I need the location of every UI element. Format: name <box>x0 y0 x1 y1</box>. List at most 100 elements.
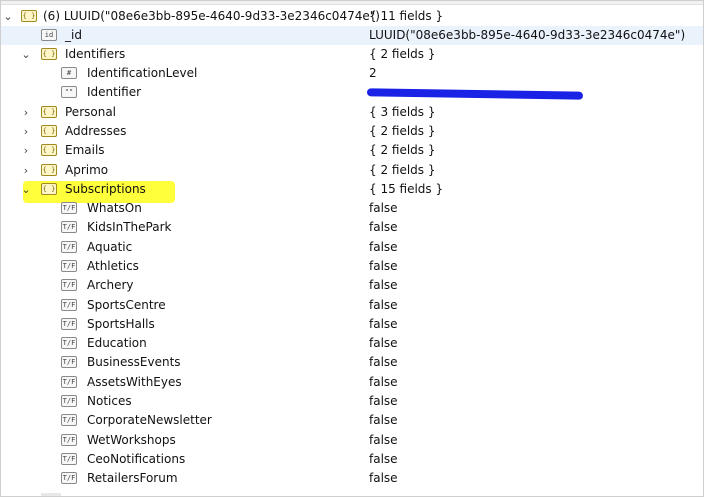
tree-row-subscription-item[interactable]: T/F WhatsOn false <box>1 199 703 218</box>
boolean-icon: T/F <box>61 395 77 407</box>
document-icon: { } <box>41 144 57 156</box>
objectid-icon: id <box>41 29 57 41</box>
tree-row-aprimo[interactable]: › { } Aprimo { 2 fields } <box>1 161 703 180</box>
field-value: { 15 fields } <box>369 182 444 196</box>
field-name: Identifiers <box>65 47 126 61</box>
document-icon: { } <box>21 10 37 22</box>
field-name: Aprimo <box>65 163 109 177</box>
chevron-down-icon[interactable]: ⌄ <box>19 181 33 198</box>
boolean-icon: T/F <box>61 433 77 446</box>
chevron-down-icon[interactable]: ⌄ <box>1 8 15 25</box>
tree-row-subscription-item[interactable]: T/F SportsHalls false <box>1 315 703 334</box>
tree-row-subscriptions[interactable]: ⌄ { } Subscriptions { 15 fields } <box>1 180 703 199</box>
tree-row-subscription-item[interactable]: T/F AssetsWithEyes false <box>1 373 703 392</box>
tree-row-subscription-item[interactable]: T/F Archery false <box>1 276 703 295</box>
boolean-icon: T/F <box>61 221 77 234</box>
tree-row-subscription-item[interactable]: T/F Aquatic false <box>1 238 703 257</box>
field-name: CorporateNewsletter <box>87 413 212 428</box>
field-name: _id <box>65 28 82 42</box>
field-name: Identifier <box>87 85 142 99</box>
field-value: false <box>369 278 398 293</box>
field-value: false <box>369 297 398 312</box>
chevron-right-icon[interactable]: › <box>19 123 33 140</box>
field-value: false <box>369 432 398 447</box>
tree-row-identifiers[interactable]: ⌄ { } Identifiers { 2 fields } <box>1 45 703 64</box>
tree-row-subscription-item[interactable]: T/F BusinessEvents false <box>1 353 703 372</box>
tree-row-root[interactable]: ⌄ { } (6) LUUID("08e6e3bb-895e-4640-9d33… <box>1 7 703 26</box>
field-value: false <box>369 451 398 466</box>
chevron-down-icon[interactable]: ⌄ <box>19 46 33 63</box>
chevron-right-icon[interactable]: › <box>19 104 33 121</box>
tree-row-identifier[interactable]: "" Identifier <box>1 83 703 102</box>
tree-row-subscription-item[interactable]: T/F WetWorkshops false <box>1 431 703 450</box>
tree-row-emails[interactable]: › { } Emails { 2 fields } <box>1 141 703 160</box>
field-name: WhatsOn <box>87 201 142 215</box>
document-icon: { } <box>41 106 57 118</box>
int32-icon: # <box>61 67 77 79</box>
field-name: RetailersForum <box>87 471 178 486</box>
tree-row-subscription-item[interactable]: T/F RetailersForum false <box>1 469 703 488</box>
tree-row-personal[interactable]: › { } Personal { 3 fields } <box>1 103 703 122</box>
document-icon: { } <box>41 125 57 137</box>
field-name: Subscriptions <box>65 182 146 196</box>
field-name: Archery <box>87 278 134 293</box>
boolean-icon: T/F <box>61 356 77 369</box>
tree-row-subscription-item[interactable]: T/F CeoNotifications false <box>1 450 703 469</box>
chevron-right-icon[interactable]: › <box>19 142 33 159</box>
tree-row-subscription-item[interactable]: T/F CorporateNewsletter false <box>1 411 703 430</box>
boolean-icon: T/F <box>61 337 77 350</box>
field-name: SportsHalls <box>87 316 155 331</box>
field-value: { 3 fields } <box>369 105 436 119</box>
field-name: SportsCentre <box>87 297 166 312</box>
boolean-icon: T/F <box>61 298 77 311</box>
field-value: false <box>369 471 398 486</box>
field-value: 2 <box>369 66 377 80</box>
tree-row-subscription-item[interactable]: T/F Notices false <box>1 392 703 411</box>
field-value: false <box>369 374 398 389</box>
document-icon: { } <box>41 164 57 176</box>
boolean-icon: T/F <box>61 279 77 292</box>
field-value: { 2 fields } <box>369 163 436 177</box>
chevron-right-icon[interactable]: › <box>19 162 33 179</box>
field-name: AssetsWithEyes <box>87 374 182 389</box>
field-value: false <box>369 201 398 215</box>
field-value: { 2 fields } <box>369 143 436 157</box>
field-name: Emails <box>65 143 105 157</box>
tree-row-identificationlevel[interactable]: # IdentificationLevel 2 <box>1 64 703 83</box>
boolean-icon: T/F <box>61 452 77 465</box>
tree-row-subscription-item[interactable]: T/F Education false <box>1 334 703 353</box>
tree-row-id[interactable]: id _id LUUID("08e6e3bb-895e-4640-9d33-3e… <box>1 26 703 45</box>
field-value: false <box>369 258 398 273</box>
tree-row-addresses[interactable]: › { } Addresses { 2 fields } <box>1 122 703 141</box>
next-row-edge <box>41 493 61 496</box>
field-name: CeoNotifications <box>87 451 186 466</box>
boolean-icon: T/F <box>61 472 77 485</box>
boolean-icon: T/F <box>61 202 77 214</box>
previous-row-edge <box>1 1 703 5</box>
field-value: { 2 fields } <box>369 124 436 138</box>
tree-row-subscription-item[interactable]: T/F SportsCentre false <box>1 296 703 315</box>
field-value: false <box>369 220 398 235</box>
string-icon: "" <box>61 86 77 98</box>
boolean-icon: T/F <box>61 240 77 253</box>
field-name: (6) LUUID("08e6e3bb-895e-4640-9d33-3e234… <box>43 9 380 23</box>
field-value: false <box>369 413 398 428</box>
field-name: Athletics <box>87 258 139 273</box>
field-value: false <box>369 239 398 254</box>
field-value: false <box>369 394 398 408</box>
field-value: LUUID("08e6e3bb-895e-4640-9d33-3e2346c04… <box>369 28 686 42</box>
tree-row-subscription-item[interactable]: T/F Athletics false <box>1 257 703 276</box>
field-name: Addresses <box>65 124 127 138</box>
field-value: false <box>369 316 398 331</box>
document-icon: { } <box>41 183 57 195</box>
field-value: { 2 fields } <box>369 47 436 61</box>
field-name: Personal <box>65 105 117 119</box>
boolean-icon: T/F <box>61 317 77 330</box>
field-name: KidsInThePark <box>87 220 172 235</box>
field-value: false <box>369 336 398 351</box>
tree-row-subscription-item[interactable]: T/F KidsInThePark false <box>1 218 703 237</box>
boolean-icon: T/F <box>61 259 77 272</box>
field-name: IdentificationLevel <box>87 66 198 80</box>
field-value: false <box>369 355 398 370</box>
field-name: Notices <box>87 394 132 408</box>
